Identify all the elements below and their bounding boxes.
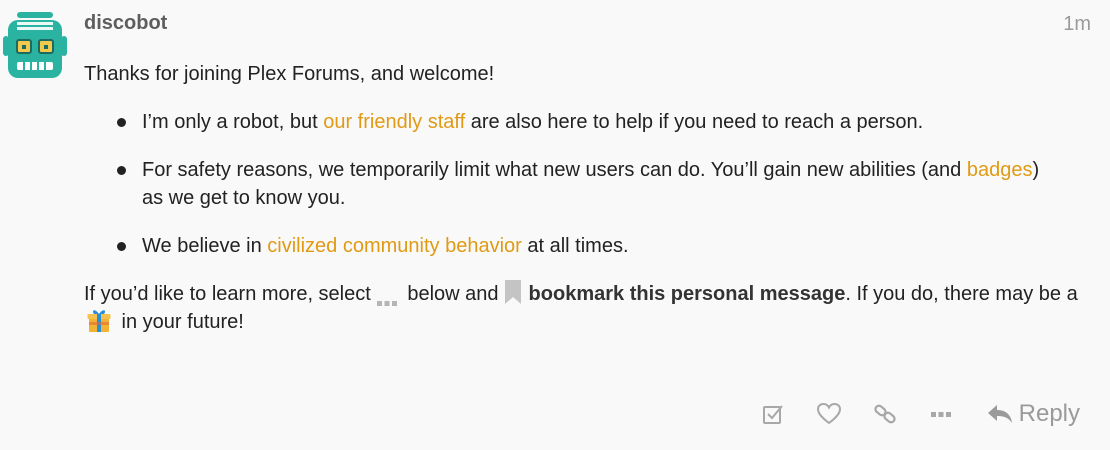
solved-button[interactable] [755,396,791,432]
ellipsis-icon [375,288,399,306]
avatar[interactable] [3,10,67,80]
heart-icon [816,402,841,425]
community-behavior-link[interactable]: civilized community behavior [267,235,522,257]
post-content: Thanks for joining Plex Forums, and welc… [84,60,1094,336]
bullet-dot [117,166,126,175]
more-icon [930,412,951,417]
reply-icon [987,405,1012,423]
bullet-text-before: We believe in [142,235,268,257]
bullet-dot [117,242,126,251]
post-actions: Reply [735,396,1080,432]
badges-link[interactable]: badges [967,159,1033,181]
link-icon [874,404,896,424]
like-button[interactable] [811,396,847,432]
bullet-list: I’m only a robot, but our friendly staff… [84,108,1094,260]
gift-icon [86,307,112,333]
show-more-button[interactable] [923,396,959,432]
outro-part-2: below and [401,283,499,305]
bookmark-message-text: bookmark this personal message [528,283,846,305]
intro-text: Thanks for joining Plex Forums, and welc… [84,63,495,85]
post: discobot 1m Thanks for joining Plex Foru… [0,0,1110,450]
checkbox-icon [762,405,783,424]
outro-part-1: If you’d like to learn more, select [84,283,371,305]
bullet-dot [117,118,126,127]
outro-part-4: in your future! [116,311,244,333]
username[interactable]: discobot [84,12,167,35]
bullet-text-after: are also here to help if you need to rea… [465,111,924,133]
bullet-text-before: I’m only a robot, but [142,111,324,133]
share-link-button[interactable] [867,396,903,432]
list-item: We believe in civilized community behavi… [117,232,1094,260]
friendly-staff-link[interactable]: our friendly staff [323,111,465,133]
bookmark-icon [503,279,523,305]
list-item: For safety reasons, we temporarily limit… [117,156,1094,212]
reply-button[interactable]: Reply [987,396,1080,432]
bullet-text-after: at all times. [521,235,629,257]
outro-text: If you’d like to learn more, select belo… [84,279,1094,336]
robot-avatar-icon [3,12,67,78]
reply-label: Reply [1018,400,1080,427]
list-item: I’m only a robot, but our friendly staff… [117,108,1094,136]
bullet-text-before: For safety reasons, we temporarily limit… [142,159,967,181]
post-date[interactable]: 1m [1063,13,1091,36]
outro-part-3: . If you do, there may be a [845,283,1078,305]
